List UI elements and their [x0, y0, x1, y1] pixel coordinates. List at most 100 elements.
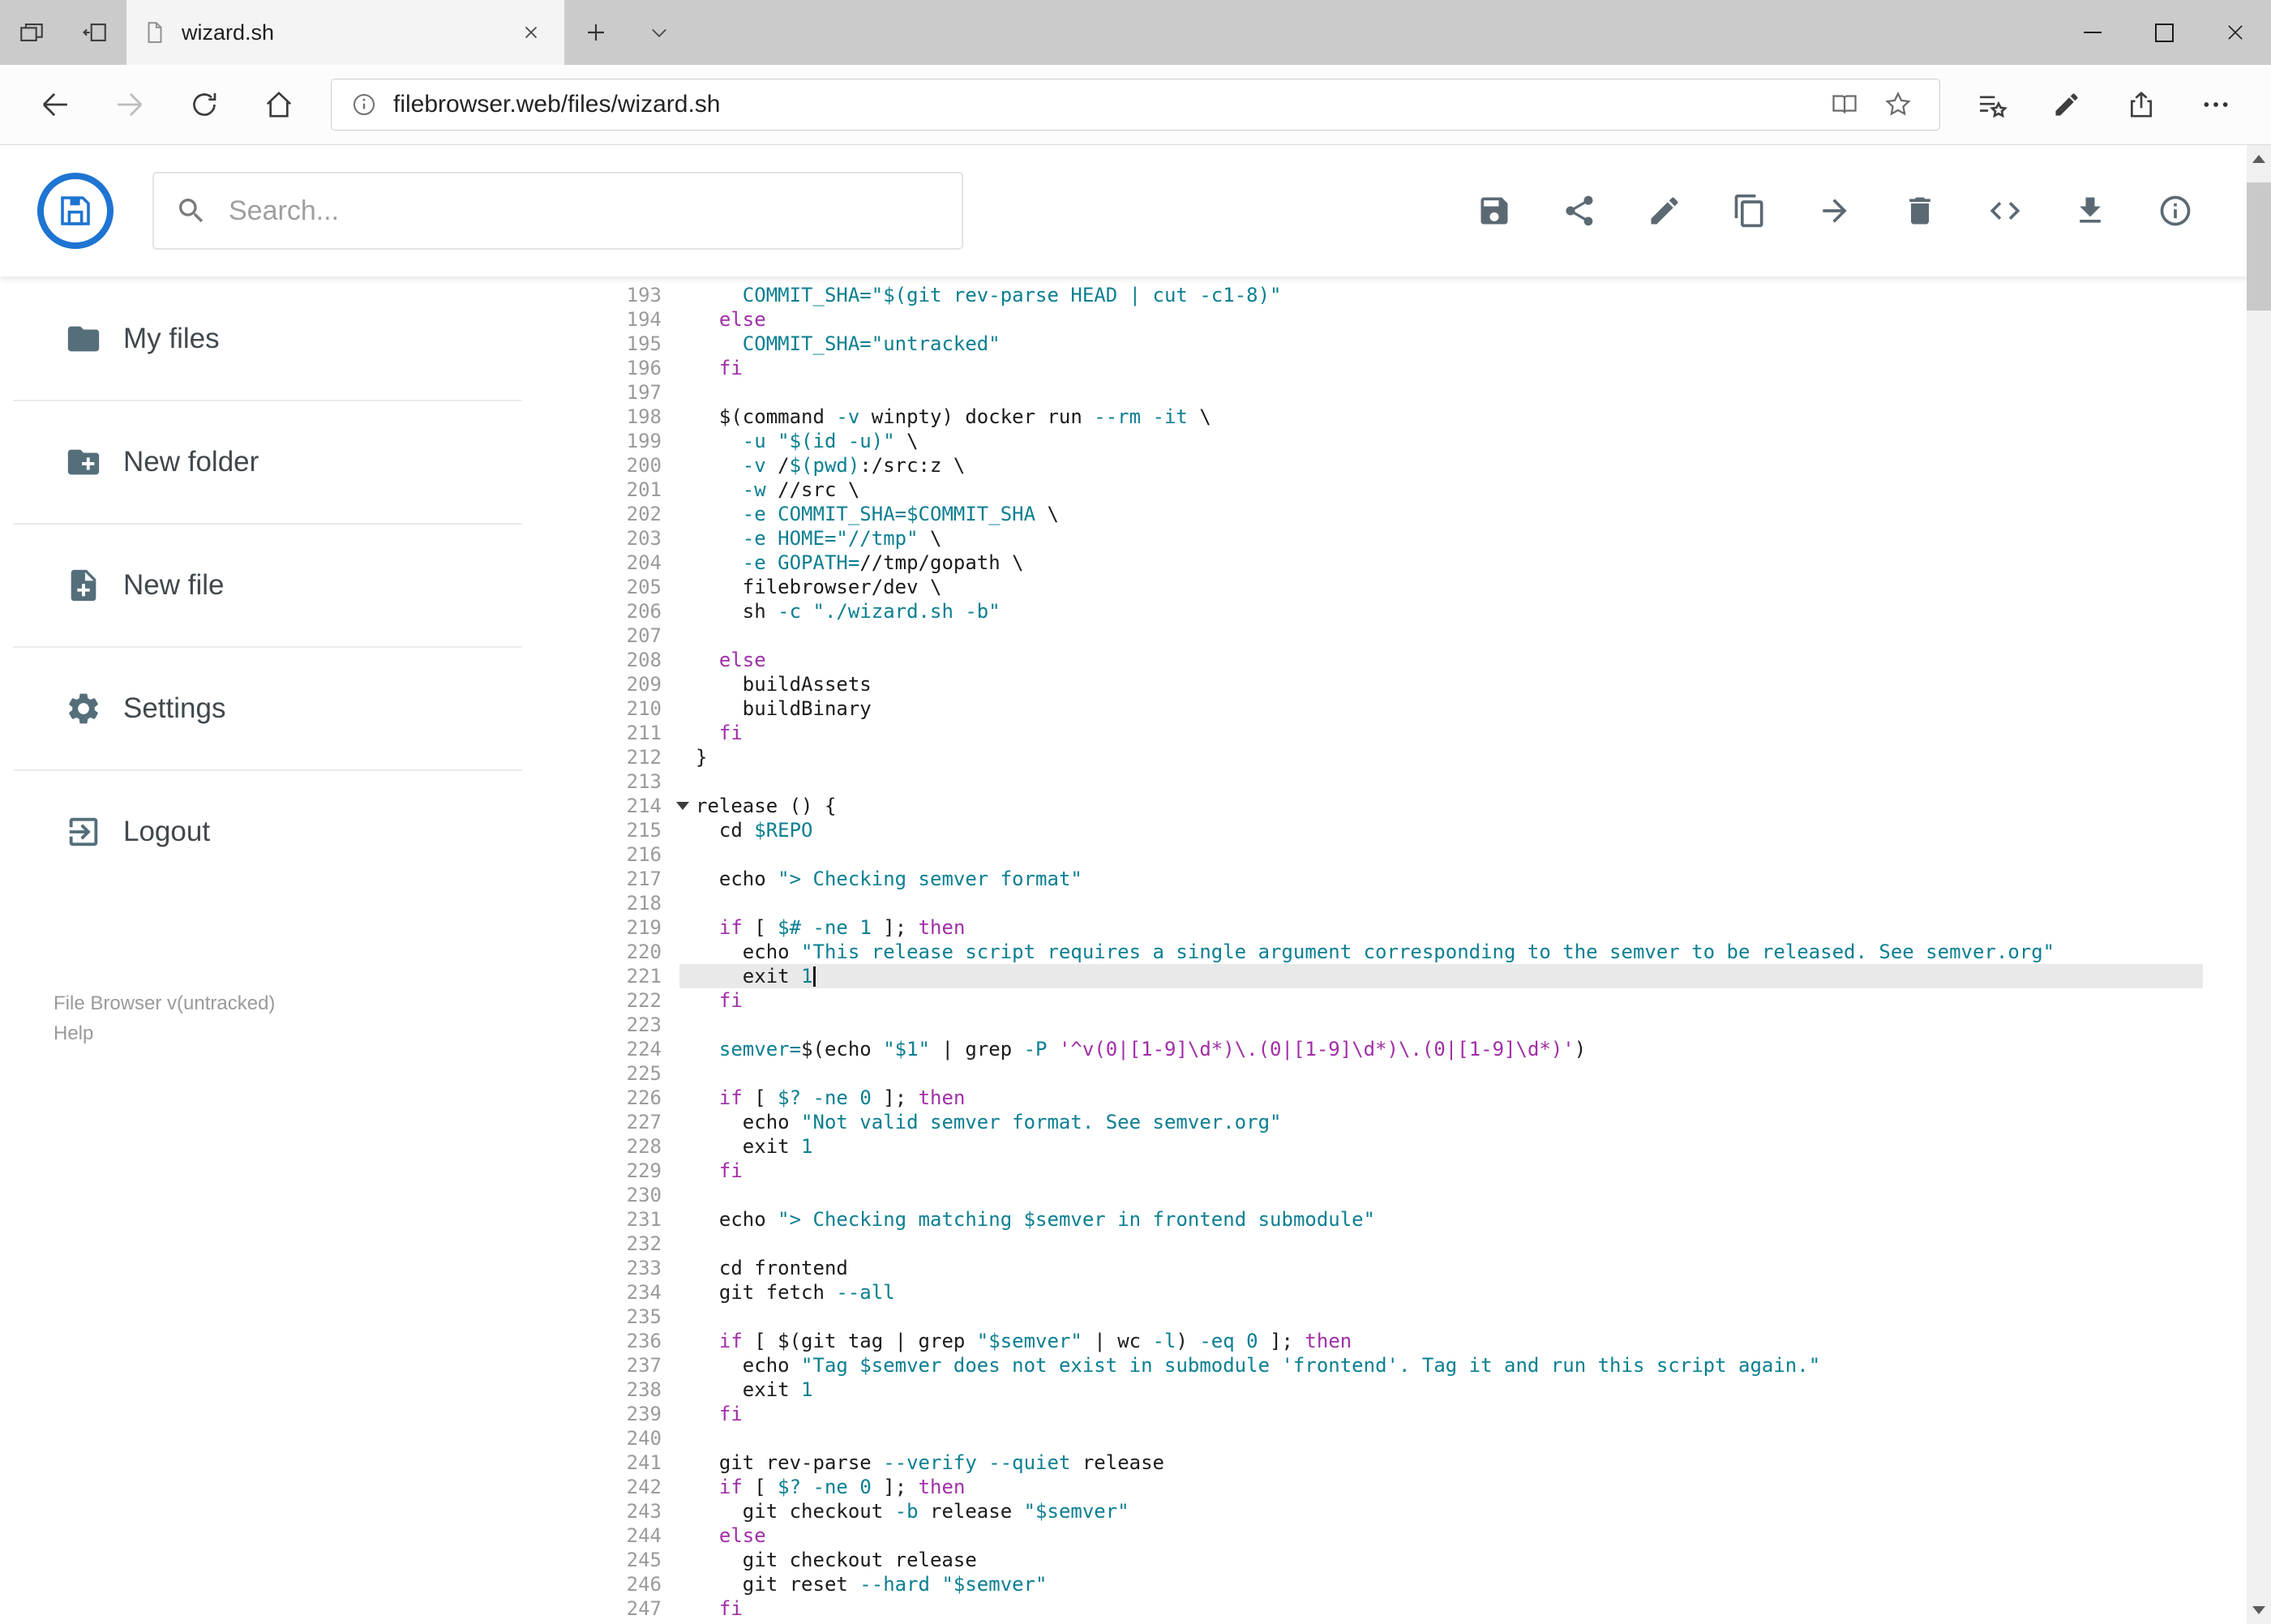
code-line-text[interactable]: git fetch --all [679, 1280, 2203, 1305]
code-line-text[interactable] [679, 1013, 2203, 1037]
code-line[interactable]: 238 exit 1 [584, 1378, 2203, 1402]
code-line-text[interactable]: semver=$(echo "$1" | grep -P '^v(0|[1-9]… [679, 1037, 2203, 1061]
code-line[interactable]: 244 else [584, 1523, 2203, 1548]
code-line[interactable]: 210 buildBinary [584, 696, 2203, 721]
code-line[interactable]: 213 [584, 769, 2203, 794]
code-line-text[interactable] [679, 769, 2203, 794]
address-bar[interactable]: filebrowser.web/files/wizard.sh [331, 79, 1940, 131]
code-line-text[interactable]: if [ $? -ne 0 ]; then [679, 1475, 2203, 1499]
code-line-text[interactable] [679, 1061, 2203, 1086]
back-button[interactable] [18, 65, 92, 144]
code-line[interactable]: 198 $(command -v winpty) docker run --rm… [584, 405, 2203, 429]
code-line-text[interactable]: -u "$(id -u)" \ [679, 429, 2203, 453]
web-note-button[interactable] [2029, 65, 2104, 144]
code-line[interactable]: 242 if [ $? -ne 0 ]; then [584, 1475, 2203, 1499]
sidebar-item-new-file[interactable]: New file [0, 525, 584, 646]
source-code-button[interactable] [1987, 193, 2023, 229]
code-line[interactable]: 246 git reset --hard "$semver" [584, 1572, 2203, 1596]
code-line-text[interactable] [679, 1426, 2203, 1450]
tab-close-button[interactable] [514, 15, 548, 49]
code-line-text[interactable]: git checkout -b release "$semver" [679, 1499, 2203, 1523]
code-line-text[interactable]: fi [679, 988, 2203, 1013]
code-line[interactable]: 229 fi [584, 1159, 2203, 1183]
more-options-button[interactable] [2179, 65, 2253, 144]
fold-marker-icon[interactable] [676, 802, 689, 810]
code-line[interactable]: 209 buildAssets [584, 672, 2203, 696]
code-line[interactable]: 207 [584, 623, 2203, 648]
code-line[interactable]: 220 echo "This release script requires a… [584, 940, 2203, 964]
minimize-button[interactable] [2057, 0, 2128, 65]
code-line[interactable]: 231 echo "> Checking matching $semver in… [584, 1207, 2203, 1232]
code-line-text[interactable]: exit 1 [679, 1134, 2203, 1159]
code-line-text[interactable]: fi [679, 356, 2203, 380]
refresh-button[interactable] [167, 65, 242, 144]
code-line[interactable]: 202 -e COMMIT_SHA=$COMMIT_SHA \ [584, 502, 2203, 526]
code-line[interactable]: 219 if [ $# -ne 1 ]; then [584, 915, 2203, 940]
code-line-text[interactable]: cd $REPO [679, 818, 2203, 842]
sidebar-item-new-folder[interactable]: New folder [0, 401, 584, 523]
code-line-text[interactable]: buildBinary [679, 696, 2203, 721]
share-file-button[interactable] [1562, 193, 1597, 229]
code-line-text[interactable]: git reset --hard "$semver" [679, 1572, 2203, 1596]
code-line[interactable]: 211 fi [584, 721, 2203, 745]
code-line-text[interactable] [679, 1305, 2203, 1329]
search-input[interactable] [227, 194, 941, 228]
reading-view-button[interactable] [1823, 83, 1866, 126]
code-line-text[interactable]: exit 1 [679, 1378, 2203, 1402]
code-line[interactable]: 195 COMMIT_SHA="untracked" [584, 332, 2203, 356]
code-line-text[interactable]: fi [679, 1402, 2203, 1426]
code-line-text[interactable]: buildAssets [679, 672, 2203, 696]
code-line[interactable]: 203 -e HOME="//tmp" \ [584, 526, 2203, 551]
code-line-text[interactable]: echo "Tag $semver does not exist in subm… [679, 1353, 2203, 1378]
code-line-text[interactable]: -e GOPATH=//tmp/gopath \ [679, 551, 2203, 575]
code-line[interactable]: 235 [584, 1305, 2203, 1329]
code-line-text[interactable]: fi [679, 721, 2203, 745]
page-scrollbar[interactable] [2247, 145, 2271, 1624]
code-line[interactable]: 230 [584, 1183, 2203, 1207]
copy-button[interactable] [1732, 193, 1768, 229]
code-line[interactable]: 228 exit 1 [584, 1134, 2203, 1159]
code-line-text[interactable]: -e HOME="//tmp" \ [679, 526, 2203, 551]
code-line-text[interactable]: echo "> Checking matching $semver in fro… [679, 1207, 2203, 1232]
code-line[interactable]: 196 fi [584, 356, 2203, 380]
move-button[interactable] [1817, 193, 1853, 229]
code-line-text[interactable] [679, 1232, 2203, 1256]
code-line[interactable]: 194 else [584, 307, 2203, 332]
code-line-text[interactable]: else [679, 648, 2203, 672]
code-line-text[interactable]: COMMIT_SHA="$(git rev-parse HEAD | cut -… [679, 283, 2203, 307]
new-tab-button[interactable] [564, 0, 628, 65]
code-line-text[interactable]: else [679, 307, 2203, 332]
code-line-text[interactable]: else [679, 1523, 2203, 1548]
code-line-text[interactable] [679, 891, 2203, 915]
scrollbar-thumb[interactable] [2247, 182, 2271, 311]
code-line-text[interactable]: exit 1 [679, 964, 2203, 988]
code-line[interactable]: 197 [584, 380, 2203, 405]
code-line[interactable]: 217 echo "> Checking semver format" [584, 867, 2203, 891]
code-line[interactable]: 205 filebrowser/dev \ [584, 575, 2203, 599]
code-line[interactable]: 232 [584, 1232, 2203, 1256]
set-tabs-aside-button[interactable] [63, 0, 126, 65]
code-line-text[interactable]: if [ $? -ne 0 ]; then [679, 1086, 2203, 1110]
sidebar-item-settings[interactable]: Settings [0, 648, 584, 769]
code-line-text[interactable] [679, 842, 2203, 867]
code-line-text[interactable]: release () { [679, 794, 2203, 818]
code-line[interactable]: 236 if [ $(git tag | grep "$semver" | wc… [584, 1329, 2203, 1353]
code-line-text[interactable]: -v /$(pwd):/src:z \ [679, 453, 2203, 478]
code-line[interactable]: 225 [584, 1061, 2203, 1086]
code-line[interactable]: 237 echo "Tag $semver does not exist in … [584, 1353, 2203, 1378]
code-line[interactable]: 204 -e GOPATH=//tmp/gopath \ [584, 551, 2203, 575]
code-line-text[interactable]: $(command -v winpty) docker run --rm -it… [679, 405, 2203, 429]
delete-button[interactable] [1902, 193, 1938, 229]
code-line-text[interactable]: git rev-parse --verify --quiet release [679, 1450, 2203, 1475]
code-line[interactable]: 212} [584, 745, 2203, 769]
scroll-down-arrow[interactable] [2247, 1596, 2271, 1624]
code-line[interactable]: 221 exit 1 [584, 964, 2203, 988]
code-line-text[interactable] [679, 1183, 2203, 1207]
edit-button[interactable] [1647, 193, 1682, 229]
tab-list-button[interactable] [628, 0, 691, 65]
code-line-text[interactable]: if [ $(git tag | grep "$semver" | wc -l)… [679, 1329, 2203, 1353]
code-line-text[interactable]: -e COMMIT_SHA=$COMMIT_SHA \ [679, 502, 2203, 526]
code-line[interactable]: 224 semver=$(echo "$1" | grep -P '^v(0|[… [584, 1037, 2203, 1061]
code-line[interactable]: 223 [584, 1013, 2203, 1037]
code-line[interactable]: 240 [584, 1426, 2203, 1450]
